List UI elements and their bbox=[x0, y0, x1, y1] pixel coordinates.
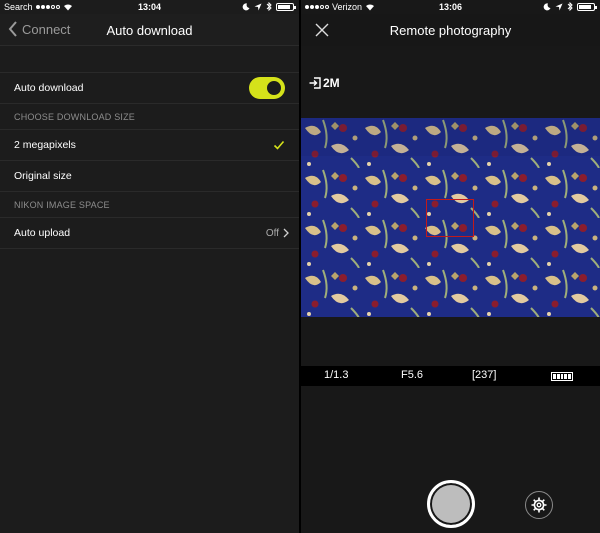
auto-download-row: Auto download bbox=[0, 73, 299, 104]
gear-icon bbox=[531, 497, 547, 513]
auto-upload-label: Auto upload bbox=[14, 227, 71, 239]
image-size-indicator: 2M bbox=[309, 76, 340, 90]
bluetooth-icon bbox=[266, 2, 272, 11]
moon-icon bbox=[543, 2, 551, 10]
remote-photography-screen: Verizon 13:06 Remote photography 2M 1/1.… bbox=[301, 0, 600, 533]
size-option-original[interactable]: Original size bbox=[0, 161, 299, 192]
toggle-knob bbox=[265, 79, 283, 97]
location-icon bbox=[555, 3, 563, 10]
page-title: Remote photography bbox=[389, 23, 512, 38]
chevron-right-icon bbox=[283, 228, 289, 238]
image-size-label: 2M bbox=[323, 76, 340, 90]
focus-frame[interactable] bbox=[426, 199, 474, 237]
status-bar: Verizon 13:06 bbox=[301, 0, 600, 14]
settings-list: Auto download CHOOSE DOWNLOAD SIZE 2 meg… bbox=[0, 72, 299, 249]
shutter-button[interactable] bbox=[427, 480, 475, 528]
bluetooth-icon bbox=[567, 2, 573, 11]
shots-remaining: [237] bbox=[472, 369, 497, 381]
auto-download-screen: Search 13:04 Connect Auto download Auto … bbox=[0, 0, 299, 533]
exposure-info-bar: 1/1.3 F5.6 [237] bbox=[301, 366, 600, 386]
battery-icon bbox=[276, 2, 296, 11]
location-icon bbox=[254, 3, 262, 10]
size-option-2mp[interactable]: 2 megapixels bbox=[0, 130, 299, 161]
status-bar: Search 13:04 bbox=[0, 0, 299, 14]
battery-icon bbox=[577, 2, 597, 11]
auto-download-toggle[interactable] bbox=[249, 77, 285, 99]
page-title: Auto download bbox=[106, 23, 193, 38]
moon-icon bbox=[242, 2, 250, 10]
section-header-download-size: CHOOSE DOWNLOAD SIZE bbox=[0, 104, 299, 130]
auto-upload-value: Off bbox=[265, 227, 279, 239]
auto-download-label: Auto download bbox=[14, 82, 84, 94]
camera-battery-icon bbox=[551, 372, 573, 381]
size-option-label: Original size bbox=[14, 170, 72, 182]
settings-button[interactable] bbox=[525, 491, 553, 519]
aperture-value: F5.6 bbox=[401, 369, 424, 381]
nav-bar: Connect Auto download bbox=[0, 14, 299, 46]
import-icon bbox=[309, 77, 321, 89]
size-option-label: 2 megapixels bbox=[14, 139, 76, 151]
auto-upload-row[interactable]: Auto upload Off bbox=[0, 218, 299, 249]
shutter-speed: 1/1.3 bbox=[324, 369, 349, 381]
nav-bar: Remote photography bbox=[301, 14, 600, 46]
section-header-nikon-image-space: NIKON IMAGE SPACE bbox=[0, 192, 299, 218]
live-view-image[interactable] bbox=[301, 118, 600, 317]
checkmark-icon bbox=[273, 140, 285, 150]
